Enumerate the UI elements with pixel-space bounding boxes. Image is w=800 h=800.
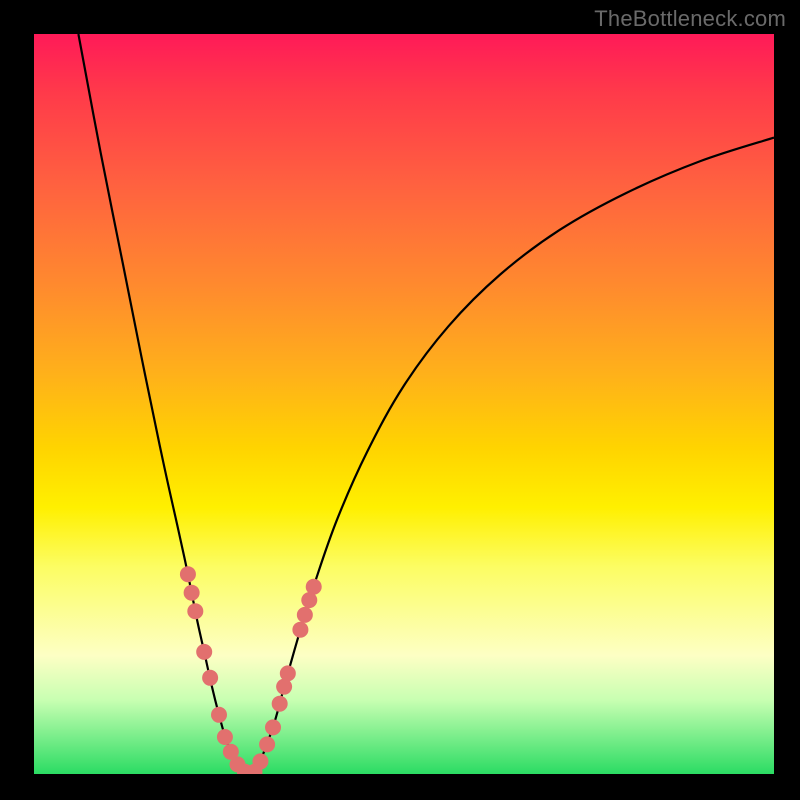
marker-dot [306, 579, 322, 595]
marker-dot [259, 736, 275, 752]
marker-dot [202, 670, 218, 686]
marker-dot [280, 665, 296, 681]
marker-dot [180, 566, 196, 582]
marker-dot [297, 607, 313, 623]
chart-stage: TheBottleneck.com [0, 0, 800, 800]
plot-svg [34, 34, 774, 774]
watermark-text: TheBottleneck.com [594, 6, 786, 32]
marker-dot [211, 707, 227, 723]
curve-left-branch [78, 34, 248, 774]
marker-dot [252, 753, 268, 769]
curve-right-branch [249, 138, 774, 774]
plot-area [34, 34, 774, 774]
marker-dot [265, 719, 281, 735]
marker-dot [272, 696, 288, 712]
marker-dot [196, 644, 212, 660]
marker-dot [292, 622, 308, 638]
marker-dot [187, 603, 203, 619]
curve-markers [180, 566, 322, 774]
marker-dot [184, 585, 200, 601]
marker-dot [217, 729, 233, 745]
